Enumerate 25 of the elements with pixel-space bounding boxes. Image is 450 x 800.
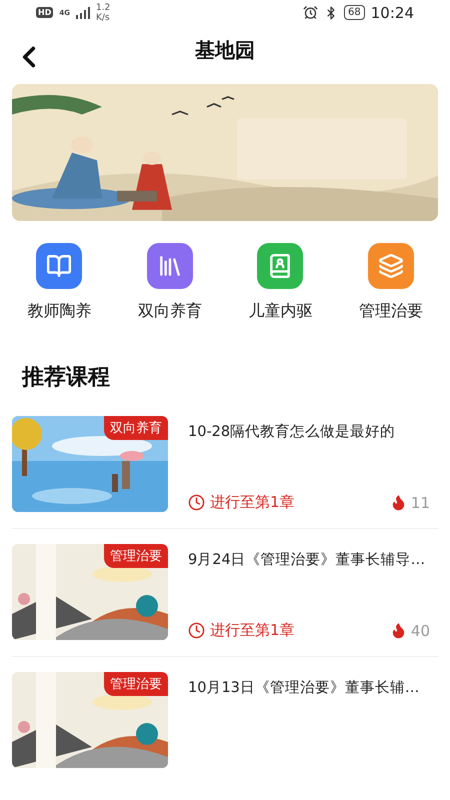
page-title: 基地园 <box>195 36 255 64</box>
clock-icon <box>188 494 205 511</box>
course-tag: 双向养育 <box>104 416 168 440</box>
course-title[interactable]: 9月24日《管理治要》董事长辅导… <box>188 550 438 569</box>
category-button[interactable]: 教师陶养 <box>4 243 114 322</box>
speed-unit: K/s <box>96 12 110 23</box>
course-tag: 管理治要 <box>104 672 168 696</box>
category-button[interactable]: 双向养育 <box>114 243 225 322</box>
course-title[interactable]: 10月13日《管理治要》董事长辅… <box>188 678 438 697</box>
hd-indicator: HD <box>36 7 54 18</box>
category-button[interactable]: 儿童内驱 <box>225 243 336 322</box>
clock-icon <box>188 622 205 639</box>
course-title[interactable]: 10-28隔代教育怎么做是最好的 <box>188 422 438 441</box>
chapter-text: 进行至第1章 <box>210 621 295 640</box>
clock-time: 10:24 <box>370 4 414 22</box>
section-title: 推荐课程 <box>22 364 111 392</box>
view-count: 40 <box>410 622 430 640</box>
alarm-icon <box>303 5 318 20</box>
view-count: 11 <box>410 494 430 512</box>
signal-icon <box>76 6 90 19</box>
course-tag: 管理治要 <box>104 544 168 568</box>
category-button[interactable]: 管理治要 <box>336 243 446 322</box>
speed-value: 1.2 <box>96 2 110 13</box>
battery-level: 68 <box>344 5 365 20</box>
chapter-text: 进行至第1章 <box>210 493 295 512</box>
